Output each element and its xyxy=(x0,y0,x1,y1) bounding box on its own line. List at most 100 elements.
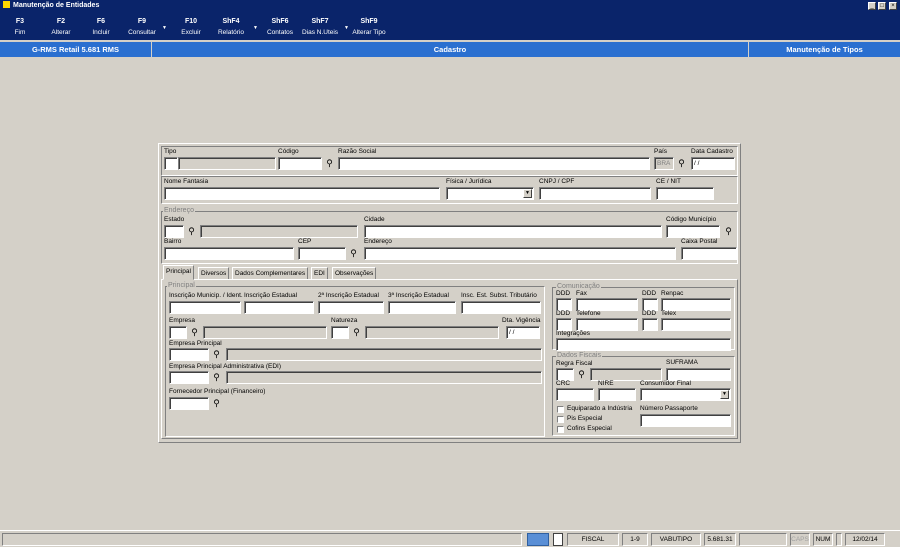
razao-social-input[interactable] xyxy=(338,157,650,170)
nome-fantasia-input[interactable] xyxy=(164,187,440,200)
insc-est3-label: 3ª Inscrição Estadual xyxy=(388,292,449,299)
chevron-down-icon[interactable]: ▼ xyxy=(344,23,349,34)
equiparado-label: Equiparado a Indústria xyxy=(567,405,633,412)
endereco-label: Endereço xyxy=(364,238,392,245)
consumidor-label: Consumidor Final xyxy=(640,380,691,387)
estado-input[interactable] xyxy=(164,225,184,238)
contatos-button[interactable]: ShF6 Contatos xyxy=(264,16,296,38)
insc-estadual-2-input[interactable] xyxy=(318,301,384,314)
close-button[interactable]: × xyxy=(889,2,897,10)
equiparado-checkbox[interactable] xyxy=(557,406,564,413)
dias-uteis-button[interactable]: ShF7 Dias N.Uteis ▼ xyxy=(300,16,349,38)
status-table: VABUTIPO xyxy=(651,533,701,546)
cnpj-label: CNPJ / CPF xyxy=(539,178,575,185)
insc-municipal-input[interactable] xyxy=(169,301,241,314)
tab-principal[interactable]: Principal xyxy=(163,265,194,280)
document-icon xyxy=(553,533,563,546)
pis-checkbox[interactable] xyxy=(557,416,564,423)
passaporte-input[interactable] xyxy=(640,414,731,427)
insc-subst-input[interactable] xyxy=(461,301,541,314)
insc-estadual-3-input[interactable] xyxy=(388,301,456,314)
binoculars-icon[interactable]: ⚲ xyxy=(323,157,336,170)
natureza-label: Natureza xyxy=(331,317,358,324)
status-empty xyxy=(739,533,787,546)
telex-input[interactable] xyxy=(661,318,731,331)
pais-input[interactable]: BRA xyxy=(654,157,674,170)
empresa-principal-input[interactable] xyxy=(169,348,209,361)
passaporte-label: Número Passaporte xyxy=(640,405,698,412)
fim-button[interactable]: F3 Fim xyxy=(8,16,32,38)
consultar-button[interactable]: F9 Consultar ▼ xyxy=(126,16,167,38)
nire-input[interactable] xyxy=(598,388,636,401)
ce-nit-input[interactable] xyxy=(656,187,714,200)
insc-estadual-input[interactable] xyxy=(244,301,314,314)
crc-input[interactable] xyxy=(556,388,594,401)
alterar-button[interactable]: F2 Alterar xyxy=(48,16,74,38)
pais-label: País xyxy=(654,148,668,155)
alterar-tipo-button[interactable]: ShF9 Alterar Tipo xyxy=(350,16,388,38)
binoculars-icon[interactable]: ⚲ xyxy=(188,326,201,339)
minimize-button[interactable]: _ xyxy=(868,2,876,10)
codigo-input[interactable] xyxy=(278,157,322,170)
bairro-input[interactable] xyxy=(164,247,294,260)
incluir-button[interactable]: F6 Incluir xyxy=(88,16,114,38)
binoculars-icon[interactable]: ⚲ xyxy=(350,326,363,339)
status-num: NUM xyxy=(813,533,833,546)
estado-label: Estado xyxy=(164,216,185,223)
empresa-input[interactable] xyxy=(169,326,187,339)
telex-ddd-input[interactable] xyxy=(642,318,658,331)
status-ins xyxy=(836,533,842,546)
integracoes-input[interactable] xyxy=(556,338,731,351)
dta-vigencia-input[interactable]: / / xyxy=(506,326,540,339)
binoculars-icon[interactable]: ⚲ xyxy=(210,397,223,410)
relatorio-button[interactable]: ShF4 Relatório ▼ xyxy=(215,16,258,38)
nire-label: NIRE xyxy=(598,380,614,387)
emp-edi-desc-field xyxy=(226,371,542,384)
pis-label: Pis Especial xyxy=(567,415,603,422)
chevron-down-icon[interactable]: ▼ xyxy=(523,189,532,198)
consumidor-final-select[interactable]: ▼ xyxy=(640,388,731,401)
endereco-input[interactable] xyxy=(364,247,676,260)
data-cadastro-label: Data Cadastro xyxy=(691,148,733,155)
title-bar: Manutenção de Entidades xyxy=(0,0,900,12)
cod-municipio-label: Código Município xyxy=(666,216,717,223)
bairro-label: Bairro xyxy=(164,238,182,245)
ddd-label-3: DDD xyxy=(556,310,571,317)
maximize-button[interactable]: □ xyxy=(878,2,886,10)
empresa-desc-field xyxy=(203,326,327,339)
ddd-label-4: DDD xyxy=(642,310,657,317)
cep-input[interactable] xyxy=(298,247,346,260)
fantasia-label: Nome Fantasia xyxy=(164,178,209,185)
estado-desc-field xyxy=(200,225,358,238)
fisica-juridica-select[interactable]: ▼ xyxy=(446,187,534,200)
window-title: Manutenção de Entidades xyxy=(13,2,100,9)
binoculars-icon[interactable]: ⚲ xyxy=(722,225,735,238)
cofins-checkbox[interactable] xyxy=(557,426,564,433)
app-version: G-RMS Retail 5.681 RMS xyxy=(31,45,120,54)
binoculars-icon[interactable]: ⚲ xyxy=(347,247,360,260)
tipo-input[interactable] xyxy=(164,157,178,170)
empresa-edi-input[interactable] xyxy=(169,371,209,384)
chevron-down-icon[interactable]: ▼ xyxy=(162,23,167,34)
binoculars-icon[interactable]: ⚲ xyxy=(210,348,223,361)
natureza-input[interactable] xyxy=(331,326,349,339)
binoculars-icon[interactable]: ⚲ xyxy=(185,225,198,238)
status-fiscal: FISCAL xyxy=(567,533,619,546)
fornecedor-input[interactable] xyxy=(169,397,209,410)
codigo-municipio-input[interactable] xyxy=(666,225,720,238)
caixa-postal-input[interactable] xyxy=(681,247,737,260)
cep-label: CEP xyxy=(298,238,312,245)
cidade-input[interactable] xyxy=(364,225,662,238)
data-cadastro-input[interactable]: / / xyxy=(691,157,735,170)
emp-edi-label: Empresa Principal Administrativa (EDI) xyxy=(169,363,281,370)
cnpj-cpf-input[interactable] xyxy=(539,187,651,200)
chevron-down-icon[interactable]: ▼ xyxy=(253,23,258,34)
info-bar: G-RMS Retail 5.681 RMS Cadastro Manutenç… xyxy=(0,42,900,57)
excluir-button[interactable]: F10 Excluir xyxy=(178,16,204,38)
binoculars-icon[interactable]: ⚲ xyxy=(575,368,588,381)
binoculars-icon[interactable]: ⚲ xyxy=(210,371,223,384)
chevron-down-icon[interactable]: ▼ xyxy=(720,390,729,399)
natureza-desc-field xyxy=(365,326,499,339)
binoculars-icon[interactable]: ⚲ xyxy=(675,157,688,170)
tipo-label: Tipo xyxy=(164,148,177,155)
